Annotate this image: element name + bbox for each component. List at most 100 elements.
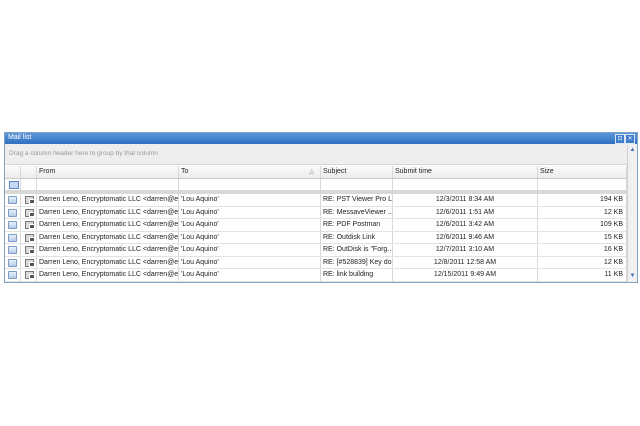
sort-ascending-icon: △: [309, 169, 314, 175]
header-from[interactable]: From: [37, 166, 179, 178]
mail-list-panel: Mail list ⊡ ✕ Drag a column header here …: [4, 132, 638, 283]
filter-cell[interactable]: [179, 179, 321, 190]
row-submit-time: 12/8/2011 12:58 AM: [393, 256, 538, 268]
row-submit-time: 12/6/2011 9:46 AM: [393, 231, 538, 243]
header-submit-time[interactable]: Submit time: [393, 166, 538, 178]
row-to: 'Lou Aquino': [179, 231, 321, 243]
row-size: 12 KB: [538, 256, 627, 268]
panel-title: Mail list: [8, 134, 32, 141]
header-size[interactable]: Size: [538, 166, 627, 178]
filter-icon[interactable]: [9, 181, 19, 189]
filter-cell[interactable]: [37, 179, 179, 190]
filter-cell[interactable]: [321, 179, 393, 190]
mail-envelope-icon: [25, 233, 35, 242]
row-subject: RE: link building: [321, 269, 393, 281]
row-select-cell[interactable]: [5, 256, 21, 268]
mail-envelope-icon: [25, 245, 35, 254]
mail-envelope-icon: [25, 258, 35, 267]
row-submit-time: 12/6/2011 3:42 AM: [393, 219, 538, 231]
header-icon-column[interactable]: [21, 166, 37, 178]
row-checkbox[interactable]: [8, 246, 17, 254]
group-by-hint: Drag a column header here to group by th…: [9, 150, 158, 157]
table-row[interactable]: Darren Leno, Encryptomatic LLC <darren@e…: [5, 206, 627, 219]
row-checkbox[interactable]: [8, 258, 17, 267]
row-icon-cell: [21, 256, 37, 268]
mail-envelope-icon: [25, 220, 35, 229]
row-from: Darren Leno, Encryptomatic LLC <darren@e…: [37, 206, 179, 218]
row-icon-cell: [21, 206, 37, 218]
close-icon[interactable]: ✕: [625, 134, 635, 144]
group-by-bar[interactable]: Drag a column header here to group by th…: [5, 144, 637, 165]
row-to: 'Lou Aquino': [179, 269, 321, 281]
row-icon-cell: [21, 231, 37, 243]
row-size: 12 KB: [538, 206, 627, 218]
scroll-down-icon[interactable]: ▼: [629, 273, 636, 280]
grid-header-row: From To △ Subject Submit time Size: [5, 166, 627, 179]
panel-titlebar: Mail list ⊡ ✕: [5, 133, 637, 144]
header-to-label: To: [181, 168, 189, 175]
table-row[interactable]: Darren Leno, Encryptomatic LLC <darren@e…: [5, 256, 627, 269]
vertical-scrollbar[interactable]: ▲ ▼: [627, 145, 637, 282]
row-subject: RE: OutDisk is "Forg...: [321, 244, 393, 256]
row-to: 'Lou Aquino': [179, 206, 321, 218]
row-subject: RE: MessaveViewer ...: [321, 206, 393, 218]
row-select-cell[interactable]: [5, 269, 21, 281]
row-select-cell[interactable]: [5, 194, 21, 206]
row-from: Darren Leno, Encryptomatic LLC <darren@e…: [37, 269, 179, 281]
row-from: Darren Leno, Encryptomatic LLC <darren@e…: [37, 244, 179, 256]
row-checkbox[interactable]: [8, 271, 17, 279]
mail-grid: From To △ Subject Submit time Size Darre…: [5, 166, 627, 282]
row-submit-time: 12/3/2011 8:34 AM: [393, 194, 538, 206]
row-size: 11 KB: [538, 269, 627, 281]
table-row[interactable]: Darren Leno, Encryptomatic LLC <darren@e…: [5, 219, 627, 232]
row-submit-time: 12/7/2011 3:10 AM: [393, 244, 538, 256]
row-submit-time: 12/6/2011 1:51 AM: [393, 206, 538, 218]
row-checkbox[interactable]: [8, 208, 17, 217]
mail-envelope-icon: [25, 270, 35, 279]
header-checkbox-column[interactable]: [5, 166, 21, 178]
row-subject: RE: PDF Postman: [321, 219, 393, 231]
row-size: 15 KB: [538, 231, 627, 243]
table-row[interactable]: Darren Leno, Encryptomatic LLC <darren@e…: [5, 244, 627, 257]
pin-icon[interactable]: ⊡: [615, 134, 625, 144]
row-from: Darren Leno, Encryptomatic LLC <darren@e…: [37, 231, 179, 243]
row-select-cell[interactable]: [5, 231, 21, 243]
row-to: 'Lou Aquino': [179, 219, 321, 231]
filter-cell[interactable]: [393, 179, 538, 190]
row-select-cell[interactable]: [5, 219, 21, 231]
row-to: 'Lou Aquino': [179, 244, 321, 256]
row-icon-cell: [21, 244, 37, 256]
row-icon-cell: [21, 219, 37, 231]
row-size: 16 KB: [538, 244, 627, 256]
row-subject: RE: PST Viewer Pro L...: [321, 194, 393, 206]
grid-filter-row: [5, 179, 627, 194]
row-checkbox[interactable]: [8, 196, 17, 204]
row-size: 109 KB: [538, 219, 627, 231]
grid-body: Darren Leno, Encryptomatic LLC <darren@e…: [5, 194, 627, 282]
row-checkbox[interactable]: [8, 233, 17, 242]
table-row[interactable]: Darren Leno, Encryptomatic LLC <darren@e…: [5, 194, 627, 207]
header-subject[interactable]: Subject: [321, 166, 393, 178]
row-subject: RE: [#528839] Key do...: [321, 256, 393, 268]
row-from: Darren Leno, Encryptomatic LLC <darren@e…: [37, 256, 179, 268]
row-subject: RE: Outdisk Link: [321, 231, 393, 243]
row-checkbox[interactable]: [8, 221, 17, 229]
row-from: Darren Leno, Encryptomatic LLC <darren@e…: [37, 219, 179, 231]
row-icon-cell: [21, 269, 37, 281]
filter-cell[interactable]: [21, 179, 37, 190]
mail-envelope-icon: [25, 208, 35, 217]
row-submit-time: 12/15/2011 9:49 AM: [393, 269, 538, 281]
row-to: 'Lou Aquino': [179, 256, 321, 268]
mail-envelope-icon: [25, 195, 35, 204]
row-size: 194 KB: [538, 194, 627, 206]
filter-cell[interactable]: [538, 179, 627, 190]
table-row[interactable]: Darren Leno, Encryptomatic LLC <darren@e…: [5, 231, 627, 244]
row-select-cell[interactable]: [5, 206, 21, 218]
row-select-cell[interactable]: [5, 244, 21, 256]
scroll-up-icon[interactable]: ▲: [629, 147, 636, 154]
header-to[interactable]: To △: [179, 166, 321, 178]
row-icon-cell: [21, 194, 37, 206]
filter-cell[interactable]: [5, 179, 21, 190]
row-from: Darren Leno, Encryptomatic LLC <darren@e…: [37, 194, 179, 206]
table-row[interactable]: Darren Leno, Encryptomatic LLC <darren@e…: [5, 269, 627, 282]
